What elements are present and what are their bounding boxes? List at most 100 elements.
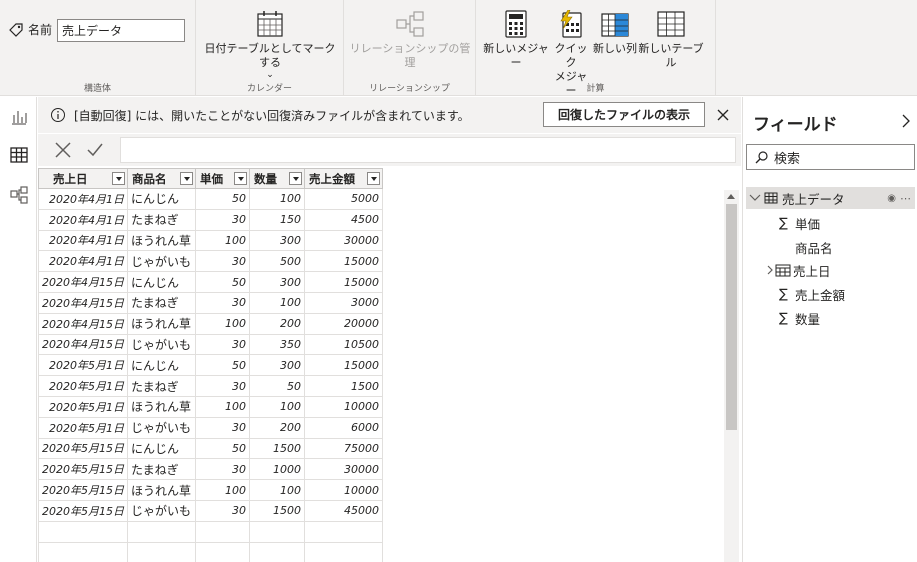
field-item[interactable]: ∑ 単価 <box>779 213 820 233</box>
table-cell[interactable]: 100 <box>249 479 305 501</box>
table-cell[interactable]: 200 <box>249 312 305 335</box>
fields-search-input[interactable]: 検索 <box>746 144 915 170</box>
table-cell[interactable]: にんじん <box>127 188 196 210</box>
table-cell[interactable]: 2020年4月15日 <box>38 291 128 314</box>
model-view-icon[interactable] <box>9 185 29 205</box>
table-cell[interactable]: 30 <box>195 250 250 273</box>
data-view-icon[interactable] <box>9 145 29 165</box>
table-cell[interactable]: 100 <box>249 395 305 418</box>
table-cell[interactable]: 500 <box>249 250 305 273</box>
table-cell[interactable]: 2020年4月15日 <box>38 333 128 356</box>
table-cell[interactable]: じゃがいも <box>127 250 196 273</box>
table-cell[interactable]: 30 <box>195 416 250 439</box>
new-column-button[interactable]: 新しい列 <box>592 10 638 56</box>
table-cell[interactable]: 100 <box>195 479 250 501</box>
table-cell[interactable]: 2020年5月15日 <box>38 479 128 501</box>
table-cell[interactable]: 50 <box>249 375 305 397</box>
table-cell[interactable]: じゃがいも <box>127 333 196 356</box>
table-cell[interactable]: 2020年5月1日 <box>38 416 128 439</box>
table-cell[interactable]: にんじん <box>127 271 196 293</box>
more-options-icon[interactable]: ⋯ <box>900 192 911 205</box>
table-cell[interactable]: 2020年5月15日 <box>38 437 128 460</box>
table-cell[interactable]: 2020年5月15日 <box>38 499 128 522</box>
field-item[interactable]: ∑ 数量 <box>779 308 820 328</box>
table-cell[interactable]: 2020年4月1日 <box>38 229 128 252</box>
table-cell[interactable]: 30000 <box>304 458 383 481</box>
table-cell[interactable]: 350 <box>249 333 305 356</box>
chevron-down-icon[interactable] <box>748 192 762 204</box>
manage-relationships-button[interactable]: リレーションシップの管理 <box>348 10 472 70</box>
table-cell[interactable]: 1000 <box>249 458 305 481</box>
table-cell[interactable]: 2020年4月1日 <box>38 208 128 231</box>
table-cell[interactable]: 1500 <box>304 375 383 397</box>
table-cell[interactable]: 75000 <box>304 437 383 460</box>
filter-dropdown-icon[interactable] <box>367 172 380 185</box>
table-cell[interactable]: 15000 <box>304 354 383 377</box>
column-header[interactable]: 単価 <box>195 168 250 189</box>
scroll-up-icon[interactable] <box>727 194 735 199</box>
table-cell[interactable]: ほうれん草 <box>127 312 196 335</box>
filter-dropdown-icon[interactable] <box>112 172 125 185</box>
column-header[interactable]: 数量 <box>249 168 305 189</box>
table-cell[interactable]: 30 <box>195 208 250 231</box>
table-cell[interactable]: 30 <box>195 333 250 356</box>
table-cell[interactable]: 2020年4月1日 <box>38 250 128 273</box>
table-cell[interactable]: 4500 <box>304 208 383 231</box>
table-cell[interactable]: ほうれん草 <box>127 229 196 252</box>
chevron-right-icon[interactable] <box>900 114 912 128</box>
table-cell[interactable]: 300 <box>249 271 305 293</box>
table-cell[interactable]: たまねぎ <box>127 291 196 314</box>
table-cell[interactable]: 100 <box>249 291 305 314</box>
table-cell[interactable]: 50 <box>195 437 250 460</box>
table-cell[interactable]: 50 <box>195 354 250 377</box>
table-cell[interactable]: 45000 <box>304 499 383 522</box>
table-cell[interactable]: 150 <box>249 208 305 231</box>
scrollbar-thumb[interactable] <box>726 204 737 430</box>
table-cell[interactable]: じゃがいも <box>127 499 196 522</box>
chevron-right-icon[interactable] <box>765 264 775 276</box>
table-cell[interactable]: 2020年5月15日 <box>38 458 128 481</box>
table-cell[interactable]: 30 <box>195 458 250 481</box>
table-cell[interactable]: 30 <box>195 291 250 314</box>
new-measure-button[interactable]: 新しいメジャー <box>482 10 550 70</box>
table-name-input[interactable] <box>57 19 185 42</box>
table-cell[interactable]: にんじん <box>127 437 196 460</box>
table-cell[interactable]: 2020年5月1日 <box>38 354 128 377</box>
field-item[interactable]: 売上日 <box>765 260 831 280</box>
table-cell[interactable]: 2020年4月15日 <box>38 271 128 293</box>
vertical-scrollbar[interactable] <box>724 190 739 562</box>
table-cell[interactable]: 10000 <box>304 395 383 418</box>
table-cell[interactable]: たまねぎ <box>127 458 196 481</box>
table-cell[interactable]: 300 <box>249 354 305 377</box>
table-cell[interactable]: 15000 <box>304 250 383 273</box>
mark-as-date-table-button[interactable]: 日付テーブルとしてマークする ⌄ <box>200 10 340 80</box>
cancel-formula-icon[interactable] <box>54 141 72 159</box>
table-cell[interactable]: 30000 <box>304 229 383 252</box>
field-table-node[interactable]: 売上データ ◉ ⋯ <box>746 187 915 209</box>
table-cell[interactable]: にんじん <box>127 354 196 377</box>
visibility-icon[interactable]: ◉ <box>887 193 896 204</box>
column-header[interactable]: 売上日 <box>38 168 128 189</box>
filter-dropdown-icon[interactable] <box>289 172 302 185</box>
table-cell[interactable]: 2020年5月1日 <box>38 395 128 418</box>
table-cell[interactable]: ほうれん草 <box>127 479 196 501</box>
report-view-icon[interactable] <box>9 107 29 127</box>
table-cell[interactable]: 2020年5月1日 <box>38 375 128 397</box>
filter-dropdown-icon[interactable] <box>234 172 247 185</box>
column-header[interactable]: 商品名 <box>127 168 196 189</box>
table-cell[interactable]: 100 <box>249 188 305 210</box>
table-cell[interactable]: 10000 <box>304 479 383 501</box>
new-table-button[interactable]: 新しいテーブル <box>636 10 706 70</box>
table-cell[interactable]: 300 <box>249 229 305 252</box>
table-cell[interactable]: 2020年4月1日 <box>38 188 128 210</box>
table-cell[interactable]: 15000 <box>304 271 383 293</box>
table-cell[interactable]: 5000 <box>304 188 383 210</box>
table-cell[interactable]: 100 <box>195 395 250 418</box>
table-cell[interactable]: 100 <box>195 229 250 252</box>
field-item[interactable]: ∑ 売上金額 <box>779 284 845 304</box>
column-header[interactable]: 売上金額 <box>304 168 383 189</box>
table-cell[interactable]: 200 <box>249 416 305 439</box>
formula-input[interactable] <box>120 137 736 163</box>
view-recovered-files-button[interactable]: 回復したファイルの表示 <box>543 102 705 127</box>
table-cell[interactable]: 3000 <box>304 291 383 314</box>
